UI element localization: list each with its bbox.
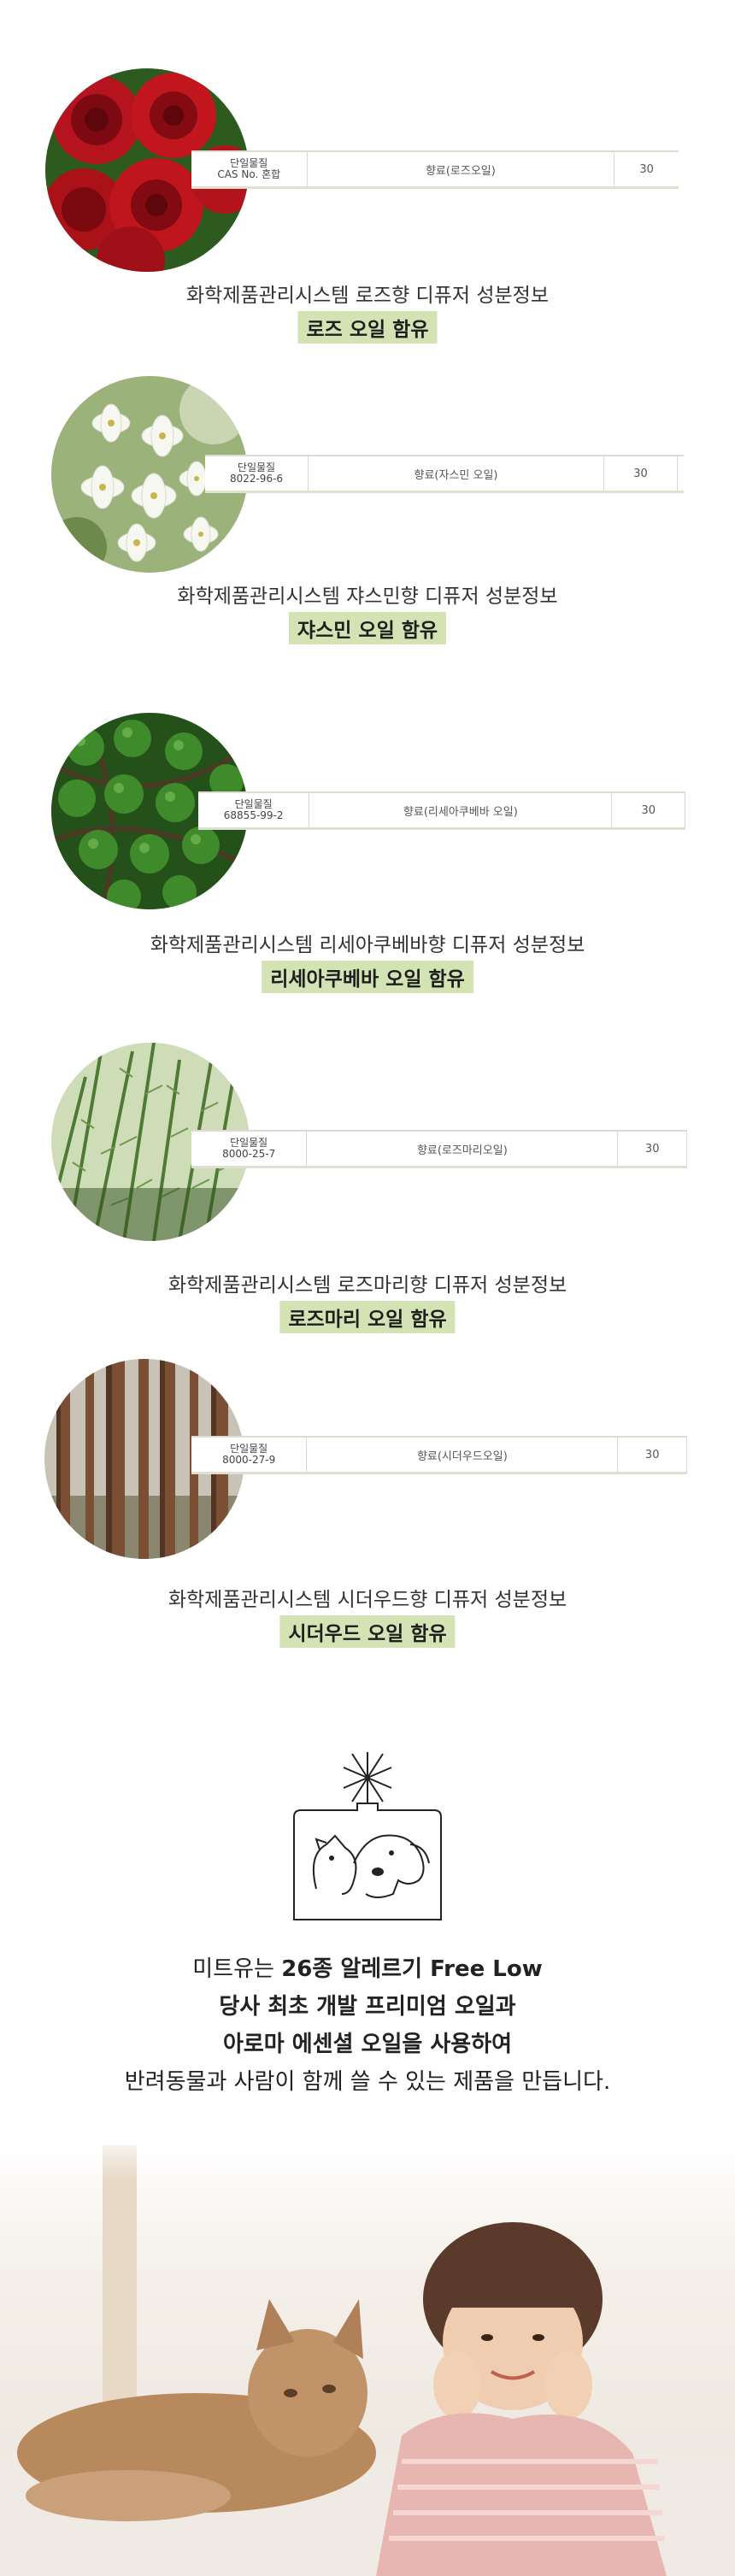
ingredient-table-rosemary: 단일물질 8000-25-7 향료(로즈마리오일) 30 <box>191 1130 687 1168</box>
component-name: 향료(로즈오일) <box>425 164 496 178</box>
component-amount: 30 <box>644 1448 660 1461</box>
cas-number: 8022-96-6 <box>229 473 284 485</box>
component-name: 향료(시더우드오일) <box>416 1450 508 1463</box>
component-name: 향료(리세아쿠베바 오일) <box>403 805 518 819</box>
caption-cedarwood: 화학제품관리시스템 시더우드향 디퓨저 성분정보 <box>168 1589 567 1611</box>
ingredient-table-rose: 단일물질 CAS No. 혼합 향료(로즈오일) 30 <box>191 150 679 189</box>
brand-message: 미트유는 26종 알레르기 Free Low 당사 최초 개발 프리미엄 오일과… <box>0 1950 735 2101</box>
caption-jasmine: 화학제품관리시스템 쟈스민향 디퓨저 성분정보 <box>177 585 558 608</box>
ingredient-table-cedarwood: 단일물질 8000-27-9 향료(시더우드오일) 30 <box>191 1436 687 1474</box>
product-section-jasmine: 단일물질 8022-96-6 향료(자스민 오일) 30 화학제품관리시스템 쟈… <box>0 359 735 701</box>
promo-line-4: 반려동물과 사람이 함께 쓸 수 있는 제품을 만듭니다. <box>124 2069 611 2095</box>
child-with-cat-photo <box>0 2128 735 2576</box>
cas-number: 8000-27-9 <box>222 1454 276 1466</box>
ingredient-table-jasmine: 단일물질 8022-96-6 향료(자스민 오일) 30 <box>205 455 684 493</box>
caption-rose: 화학제품관리시스템 로즈향 디퓨저 성분정보 <box>186 285 549 307</box>
highlight-rosemary: 로즈마리 오일 함유 <box>279 1301 456 1333</box>
component-amount: 30 <box>641 803 656 817</box>
component-name: 향료(로즈마리오일) <box>416 1144 508 1157</box>
product-section-rosemary: 단일물질 8000-25-7 향료(로즈마리오일) 30 화학제품관리시스템 로… <box>0 1043 735 1376</box>
diffuser-pet-icon <box>282 1744 453 1923</box>
highlight-litsea: 리세아쿠베바 오일 함유 <box>262 961 473 993</box>
component-name: 향료(자스민 오일) <box>414 468 498 482</box>
highlight-rose: 로즈 오일 함유 <box>297 311 438 344</box>
promo-line-2: 당사 최초 개발 프리미엄 오일과 <box>219 1994 516 2020</box>
cas-number: CAS No. 혼합 <box>217 168 281 180</box>
component-amount: 30 <box>633 467 648 480</box>
product-section-rose: 단일물질 CAS No. 혼합 향료(로즈오일) 30 화학제품관리시스템 로즈… <box>0 0 735 359</box>
caption-litsea: 화학제품관리시스템 리세아쿠베바향 디퓨저 성분정보 <box>150 934 585 956</box>
promo-line-1: 미트유는 26종 알레르기 Free Low <box>192 1956 543 1982</box>
highlight-jasmine: 쟈스민 오일 함유 <box>288 612 447 644</box>
caption-rosemary: 화학제품관리시스템 로즈마리향 디퓨저 성분정보 <box>168 1274 567 1297</box>
cas-number: 68855-99-2 <box>223 809 284 821</box>
highlight-cedarwood: 시더우드 오일 함유 <box>279 1615 456 1648</box>
ingredient-table-litsea: 단일물질 68855-99-2 향료(리세아쿠베바 오일) 30 <box>198 791 685 830</box>
cas-number: 8000-25-7 <box>222 1148 276 1160</box>
product-section-litsea: 단일물질 68855-99-2 향료(리세아쿠베바 오일) 30 화학제품관리시… <box>0 701 735 1043</box>
component-amount: 30 <box>639 162 654 176</box>
product-section-cedarwood: 단일물질 8000-27-9 향료(시더우드오일) 30 화학제품관리시스템 시… <box>0 1359 735 1675</box>
component-amount: 30 <box>644 1142 660 1156</box>
promo-line-3: 아로마 에센셜 오일을 사용하여 <box>222 2032 513 2057</box>
